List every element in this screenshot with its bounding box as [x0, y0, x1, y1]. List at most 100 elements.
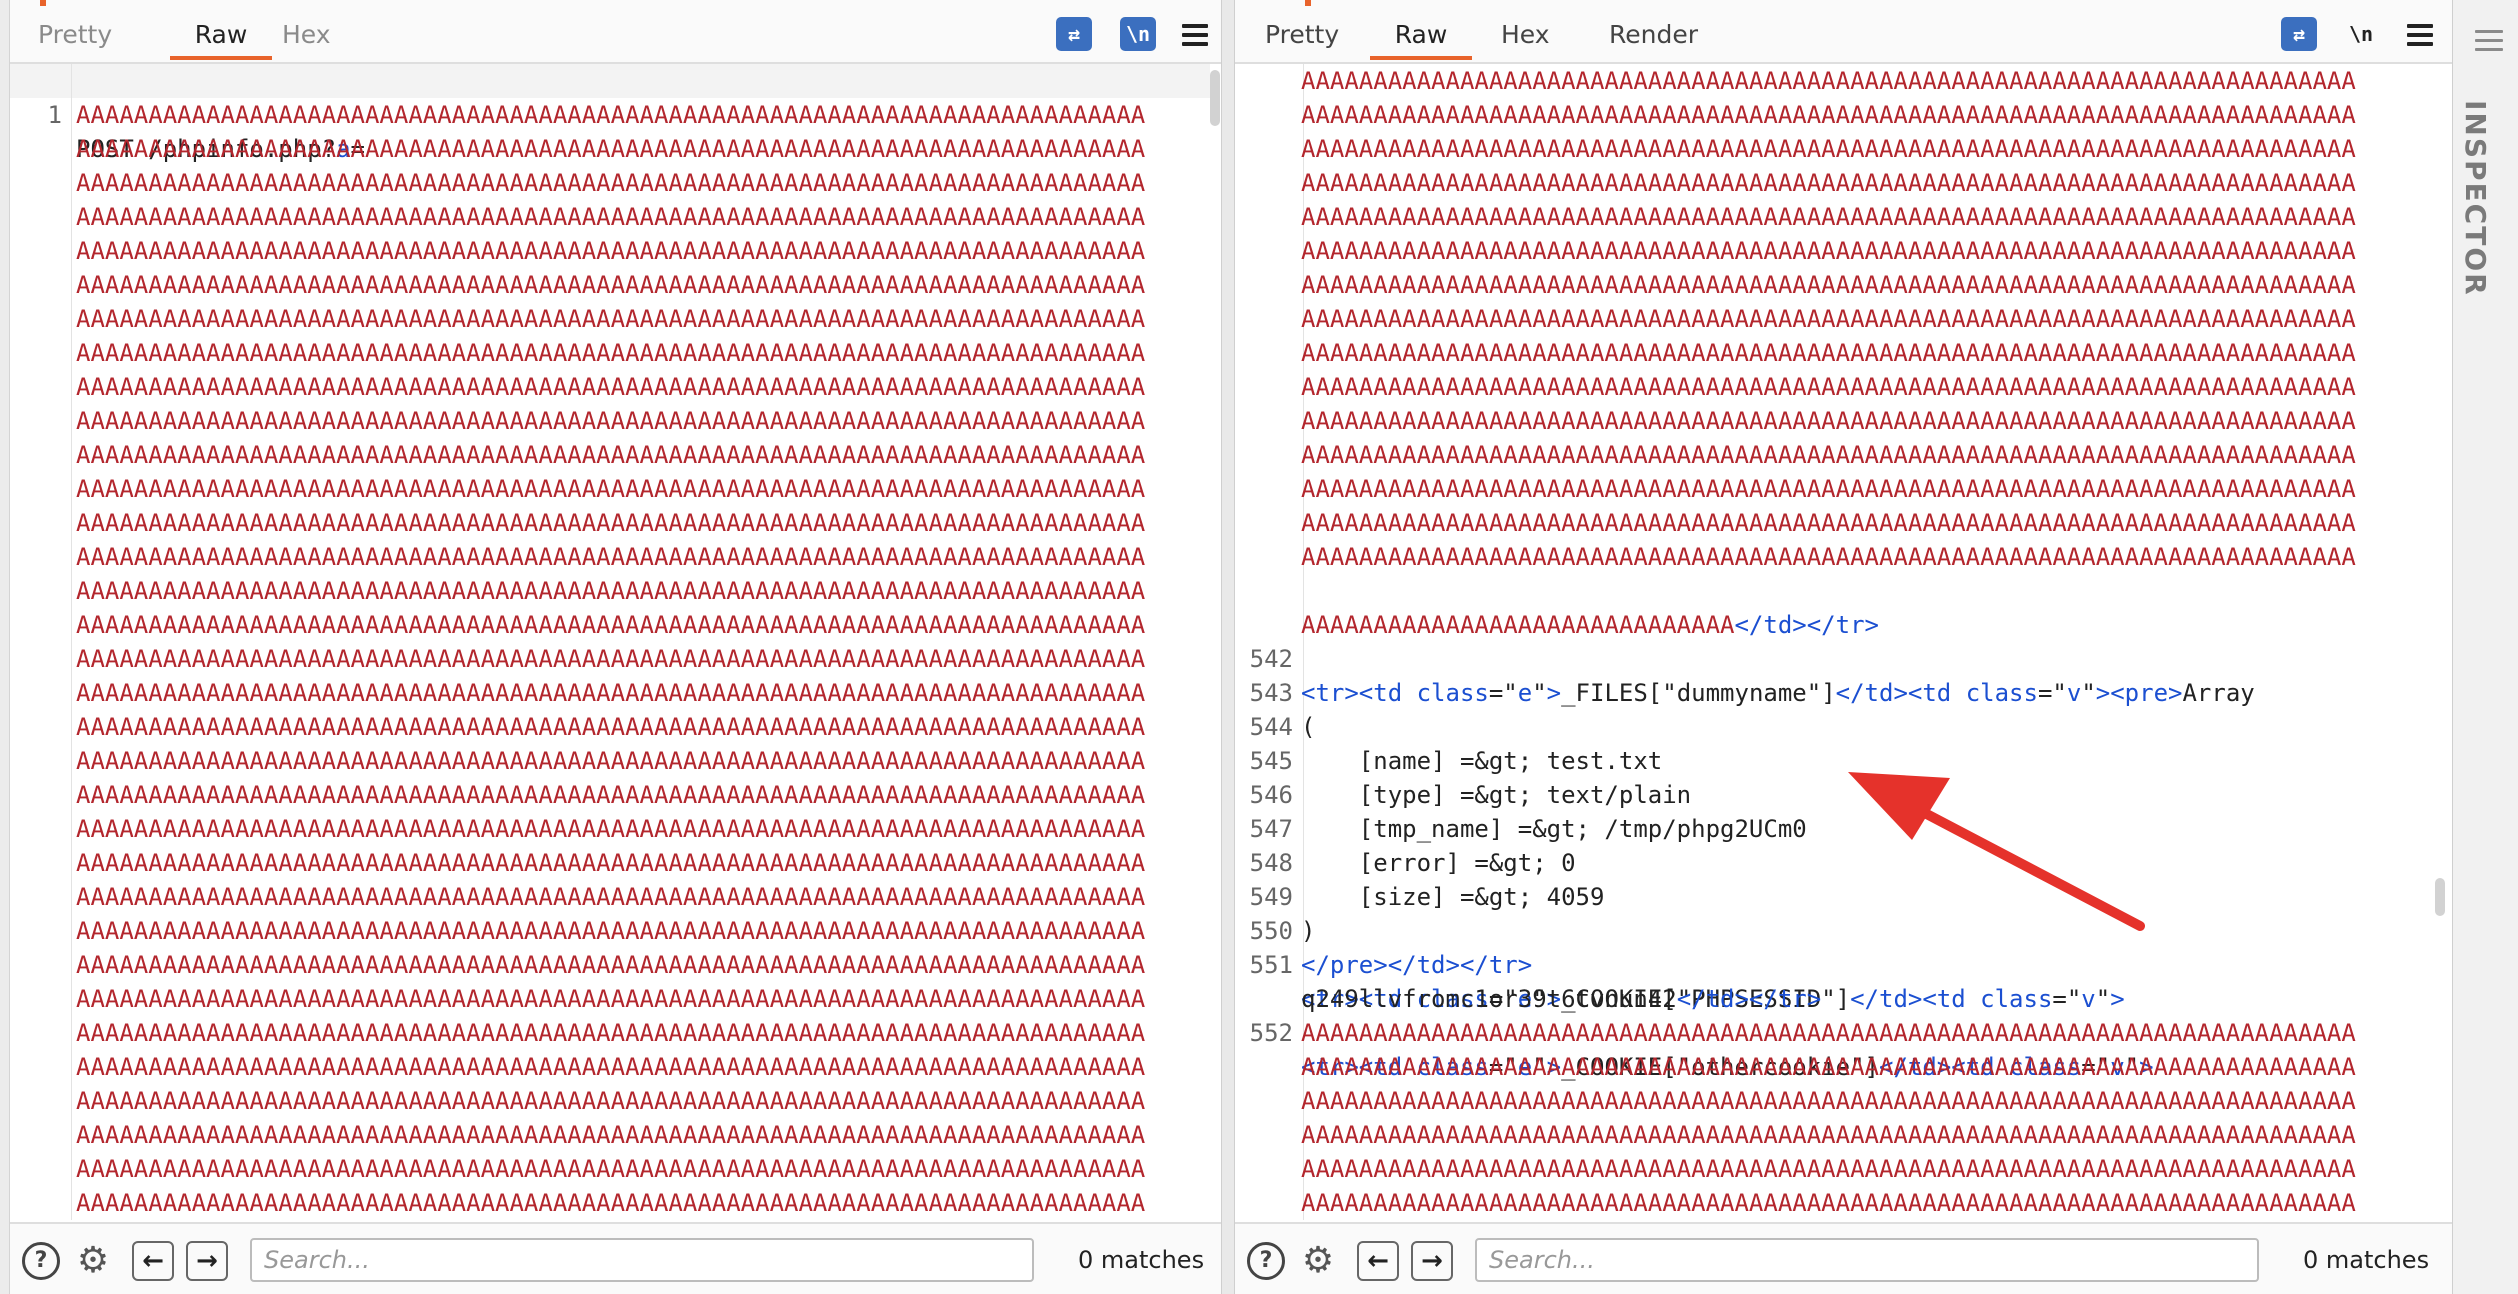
request-editor[interactable]: 1 POST /phpinfo.php?a= AAAAAAAAAAAAAAAAA… [10, 64, 1221, 1220]
payload-text: AAAAAAAAAAAAAAAAAAAAAAAAAAAAAAAAAAAAAAAA… [76, 849, 1146, 877]
newline-icon[interactable]: \n [2343, 17, 2379, 51]
payload-text: AAAAAAAAAAAAAAAAAAAAAAAAAAAAAAAAAAAAAAAA… [76, 475, 1146, 503]
payload-text: AAAAAAAAAAAAAAAAAAAAAAAAAAAAAAAAAAAAAAAA… [1301, 509, 2356, 537]
payload-text: AAAAAAAAAAAAAAAAAAAAAAAAAAAAAAAAAAAAAAAA… [1301, 305, 2356, 333]
payload-text: AAAAAAAAAAAAAAAAAAAAAAAAAAAAAAAAAAAAAAAA… [1301, 169, 2356, 197]
tab-indicator-mark [40, 0, 46, 6]
wrap-lines-icon[interactable]: ⇄ [2281, 17, 2317, 51]
code-text: [type] =&gt; text/plain [1301, 781, 1692, 809]
tab-hex[interactable]: Hex [1495, 20, 1556, 60]
response-search-input[interactable] [1475, 1238, 2259, 1282]
tab-render[interactable]: Render [1603, 20, 1704, 60]
payload-text: AAAAAAAAAAAAAAAAAAAAAAAAAAAAAAAAAAAAAAAA… [76, 339, 1146, 367]
response-scrollbar-thumb[interactable] [2435, 878, 2445, 916]
payload-text: AAAAAAAAAAAAAAAAAAAAAAAAAAAAAAAAAAAAAAAA… [76, 203, 1146, 231]
tab-raw[interactable]: Raw [1370, 20, 1472, 60]
payload-text: AAAAAAAAAAAAAAAAAAAAAAAAAAAAAAAAAAAAAAAA… [76, 509, 1146, 537]
payload-text: AAAAAAAAAAAAAAAAAAAAAAAAAAAAAAAAAAAAAAAA… [1301, 339, 2356, 367]
request-tabbar: Pretty Raw Hex ⇄ \n [10, 0, 1221, 64]
payload-text: AAAAAAAAAAAAAAAAAAAAAAAAAAAAAAAAAAAAAAAA… [76, 237, 1146, 265]
menu-icon[interactable] [1182, 24, 1208, 46]
code-line-544: 544 [name] =&gt; test.txt [1235, 676, 1663, 775]
next-match-button[interactable]: → [1411, 1241, 1453, 1281]
payload-text: AAAAAAAAAAAAAAAAAAAAAAAAAAAAAAAAAAAAAAAA… [1301, 67, 2356, 95]
payload-text: AAAAAAAAAAAAAAAAAAAAAAAAAAAAAAAAAAAAAAAA… [1301, 1155, 2356, 1183]
request-line: 1 POST /phpinfo.php?a= [10, 64, 365, 163]
settings-gear-icon[interactable]: ⚙ [1297, 1240, 1339, 1282]
wrap-lines-icon[interactable]: ⇄ [1056, 17, 1092, 51]
tab-raw[interactable]: Raw [170, 20, 272, 60]
gutter-rule [71, 64, 72, 1220]
panel-splitter[interactable] [1221, 0, 1235, 1294]
payload-text: AAAAAAAAAAAAAAAAAAAAAAAAAAAAAAAAAAAAAAAA… [76, 781, 1146, 809]
payload-text: AAAAAAAAAAAAAAAAAAAAAAAAAAAAAAAAAAAAAAAA… [76, 1053, 1146, 1081]
payload-text: AAAAAAAAAAAAAAAAAAAAAAAAAAAAAAAAAAAAAAAA… [1301, 1189, 2356, 1217]
current-line-highlight [10, 64, 1210, 98]
response-match-count: 0 matches [2303, 1246, 2430, 1274]
newline-icon[interactable]: \n [1120, 17, 1156, 51]
payload-text: AAAAAAAAAAAAAAAAAAAAAAAAAAAAAAAAAAAAAAAA… [1301, 441, 2356, 469]
code-line-547: 547 [error] =&gt; 0 [1235, 778, 1576, 877]
menu-icon[interactable] [2407, 24, 2433, 46]
payload-text: AAAAAAAAAAAAAAAAAAAAAAAAAAAAAAAAAAAAAAAA… [1301, 373, 2356, 401]
tab-pretty[interactable]: Pretty [32, 20, 118, 60]
payload-text: AAAAAAAAAAAAAAAAAAAAAAAAAAAAAAAAAAAAAAAA… [1301, 1019, 2356, 1047]
code-line-545: 545 [type] =&gt; text/plain [1235, 710, 1692, 809]
next-match-button[interactable]: → [186, 1241, 228, 1281]
payload-text: AAAAAAAAAAAAAAAAAAAAAAAAAAAAAAAAAAAAAAAA… [1301, 203, 2356, 231]
payload-text: AAAAAAAAAAAAAAAAAAAAAAAAAAAAAAAAAAAAAAAA… [76, 883, 1146, 911]
files-key: _FILES["dummyname"] [1561, 679, 1836, 707]
payload-text: AAAAAAAAAAAAAAAAAAAAAAAAAAAAAAAAAAAAAAAA… [1301, 1121, 2356, 1149]
payload-text: AAAAAAAAAAAAAAAAAAAAAAAAAAAAAAAAAAAAAAAA… [76, 135, 1146, 163]
code-line-548: 548 [size] =&gt; 4059 [1235, 812, 1605, 911]
grip-icon [2475, 30, 2503, 60]
payload-text: AAAAAAAAAAAAAAAAAAAAAAAAAAAAAAAAAAAAAAAA… [1301, 271, 2356, 299]
response-search-bar: ? ⚙ ← → 0 matches [1235, 1222, 2452, 1294]
payload-text: AAAAAAAAAAAAAAAAAAAAAAAAAAAAAAAAAAAAAAAA… [1301, 135, 2356, 163]
tab-hex[interactable]: Hex [276, 20, 337, 60]
tmp-name-text: [tmp_name] =&gt; /tmp/phpg2UCm0 [1301, 815, 1807, 843]
code-line-551-wrap: q249llvfromc1or39t6tvnun42</td></tr> [1301, 985, 1822, 1013]
code-line-549: 549 ) [1235, 846, 1322, 945]
code-line-551: 551 <tr><td class="e">_COOKIE["PHPSESSID… [1235, 914, 2125, 1013]
payload-text: AAAAAAAAAAAAAAAAAAAAAAAAAAAAAAAAAAAAAAAA… [76, 1121, 1146, 1149]
payload-text: AAAAAAAAAAAAAAAAAAAAAAAAAAAAAAAAAAAAAAAA… [76, 305, 1146, 333]
payload-text: AAAAAAAAAAAAAAAAAAAAAAAAAAAAAAAAAAAAAAAA… [76, 1019, 1146, 1047]
code-line-542: 542 <tr><td class="e">_FILES["dummyname"… [1235, 608, 2255, 707]
payload-text: AAAAAAAAAAAAAAAAAAAAAAAAAAAAAAAAAAAAAAAA… [76, 407, 1146, 435]
response-tabbar: Pretty Raw Hex Render ⇄ \n [1235, 0, 2452, 64]
payload-text: AAAAAAAAAAAAAAAAAAAAAAAAAAAAAAAAAAAAAAAA… [76, 373, 1146, 401]
payload-text: AAAAAAAAAAAAAAAAAAAAAAAAAAAAAAAAAAAAAAAA… [76, 679, 1146, 707]
code-text: [error] =&gt; 0 [1301, 849, 1576, 877]
payload-text: AAAAAAAAAAAAAAAAAAAAAAAAAAAAAAAAAAAAAAAA… [1301, 237, 2356, 265]
payload-text: AAAAAAAAAAAAAAAAAAAAAAAAAAAAAAAAAAAAAAAA… [76, 611, 1146, 639]
session-id-value: q249llvfromc1or39t6tvnun42 [1301, 985, 1677, 1013]
payload-text: AAAAAAAAAAAAAAAAAAAAAAAAAAAAAAAAAAAAAAAA… [76, 271, 1146, 299]
previous-match-button[interactable]: ← [132, 1241, 174, 1281]
payload-text: AAAAAAAAAAAAAAAAAAAAAAAAAAAAAAAAAAAAAAAA… [76, 1087, 1146, 1115]
payload-text: AAAAAAAAAAAAAAAAAAAAAAAAAAAAAAAAAAAAAAAA… [76, 441, 1146, 469]
payload-text: AAAAAAAAAAAAAAAAAAAAAAAAAAAAAAAAAAAAAAAA… [76, 747, 1146, 775]
payload-text: AAAAAAAAAAAAAAAAAAAAAAAAAAAAAAAAAAAAAAAA… [1301, 101, 2356, 129]
tab-pretty[interactable]: Pretty [1259, 20, 1345, 60]
request-search-input[interactable] [250, 1238, 1034, 1282]
code-line-543: 543 ( [1235, 642, 1322, 741]
previous-match-button[interactable]: ← [1357, 1241, 1399, 1281]
payload-text: AAAAAAAAAAAAAAAAAAAAAAAAAAAAAAAAAAAAAAAA… [76, 645, 1146, 673]
request-search-bar: ? ⚙ ← → 0 matches [10, 1222, 1221, 1294]
code-line-550: 550 </pre></td></tr> [1235, 880, 1533, 979]
close-tags: </td></tr> [1734, 611, 1879, 639]
payload-text: AAAAAAAAAAAAAAAAAAAAAAAAAAAAAAAAAAAAAAAA… [76, 543, 1146, 571]
request-scrollbar-thumb[interactable] [1210, 70, 1220, 126]
inspector-sidebar[interactable]: INSPECTOR [2452, 0, 2518, 1294]
payload-text: AAAAAAAAAAAAAAAAAAAAAAAAAAAAAAAAAAAAAAAA… [76, 985, 1146, 1013]
payload-text: AAAAAAAAAAAAAAAAAAAAAAAAAAAAAAAAAAAAAAAA… [76, 917, 1146, 945]
inspector-label: INSPECTOR [2459, 100, 2492, 297]
response-editor[interactable]: AAAAAAAAAAAAAAAAAAAAAAAAAAAAAA</td></tr>… [1235, 64, 2452, 1220]
code-line-552: 552 <tr><td class="e">_COOKIE["othercook… [1235, 982, 2154, 1081]
help-icon[interactable]: ? [1247, 1242, 1285, 1280]
settings-gear-icon[interactable]: ⚙ [72, 1240, 114, 1282]
payload-text: AAAAAAAAAAAAAAAAAAAAAAAAAAAAAAAAAAAAAAAA… [76, 101, 1146, 129]
code-text: [name] =&gt; test.txt [1301, 747, 1663, 775]
help-icon[interactable]: ? [22, 1242, 60, 1280]
